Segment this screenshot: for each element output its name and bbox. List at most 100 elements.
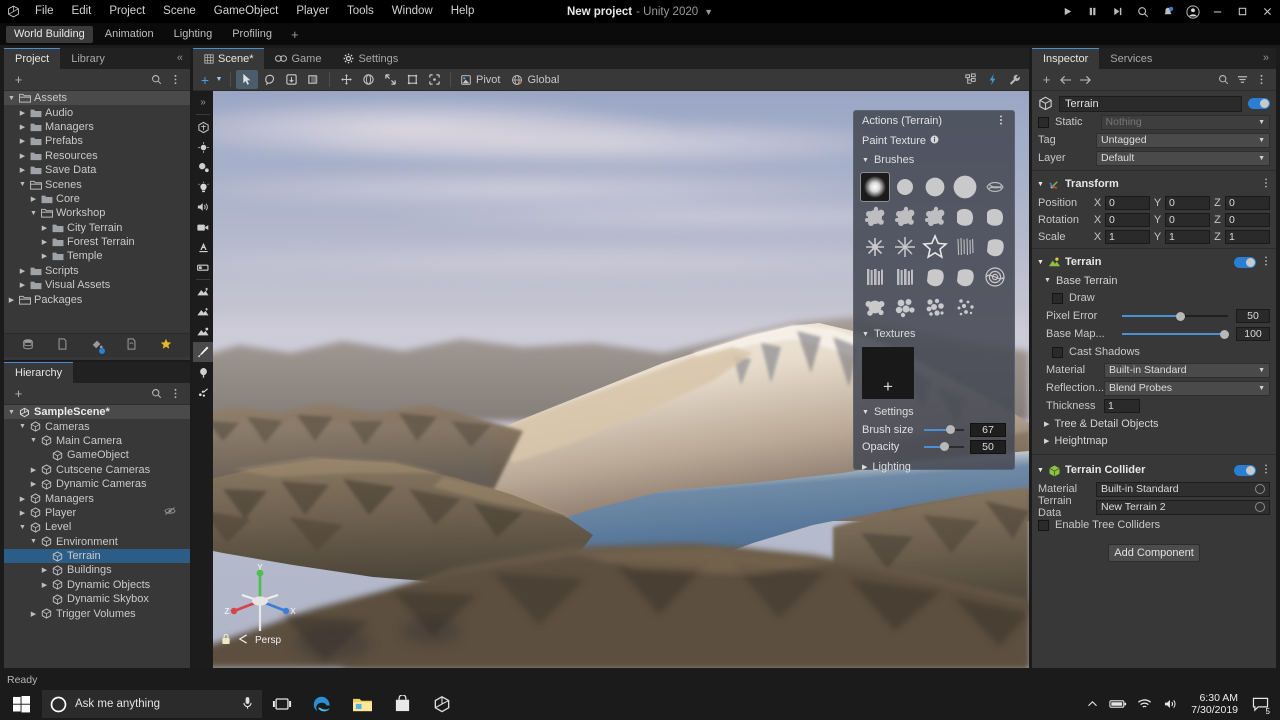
global-toggle-button[interactable]: Global <box>507 70 566 89</box>
position-x-field[interactable]: 0 <box>1105 196 1150 210</box>
menu-window[interactable]: Window <box>383 0 442 23</box>
brush-splat2[interactable] <box>891 203 919 231</box>
chevron-right-icon[interactable]: ▶ <box>39 224 50 232</box>
chevron-right-icon[interactable]: ▶ <box>17 152 28 160</box>
object-picker-icon[interactable] <box>1255 502 1265 512</box>
brush-star-small[interactable] <box>861 233 889 261</box>
light-probe-icon[interactable] <box>193 137 213 157</box>
tool-layers[interactable] <box>302 70 324 89</box>
project-item[interactable]: ▶Packages <box>4 292 190 306</box>
brush-blob2[interactable] <box>981 203 1009 231</box>
scene-visibility-icon[interactable] <box>959 70 981 89</box>
static-checkbox[interactable] <box>1038 117 1049 128</box>
collider-material-field[interactable]: Built-in Standard <box>1096 482 1270 497</box>
search-icon[interactable] <box>1130 0 1155 23</box>
terrain-smooth-icon[interactable] <box>193 302 213 322</box>
lock-icon[interactable] <box>221 633 231 648</box>
chevron-right-icon[interactable]: ▶ <box>28 480 39 488</box>
tool-move[interactable] <box>335 70 357 89</box>
terrain-collider-header[interactable]: ▼ Terrain Collider <box>1032 460 1276 480</box>
chevron-right-icon[interactable]: ▶ <box>39 566 50 574</box>
scale-y-field[interactable]: 1 <box>1165 230 1210 244</box>
project-item[interactable]: ▶Managers <box>4 120 190 134</box>
collapse-icon[interactable]: » <box>193 92 213 112</box>
hierarchy-item[interactable]: ▼Environment <box>4 535 190 549</box>
menu-tools[interactable]: Tools <box>338 0 383 23</box>
tab-scene[interactable]: Scene* <box>193 48 264 69</box>
project-item[interactable]: ▶Forest Terrain <box>4 235 190 249</box>
expand-panel-button[interactable]: » <box>1256 48 1276 69</box>
brush-bubbles2[interactable] <box>921 293 949 321</box>
filter-icon[interactable] <box>1233 71 1252 89</box>
object-enabled-toggle[interactable] <box>1248 98 1270 109</box>
tool-move-view[interactable] <box>280 70 302 89</box>
cast-shadows-checkbox[interactable] <box>1052 347 1063 358</box>
tool-hand[interactable] <box>258 70 280 89</box>
settings-foldout[interactable]: ▼ Settings <box>854 403 1014 421</box>
project-item[interactable]: ▼Scenes <box>4 177 190 191</box>
volume-icon[interactable] <box>1157 688 1183 720</box>
chevron-right-icon[interactable]: ▶ <box>39 581 50 589</box>
terrain-stamp-icon[interactable] <box>193 322 213 342</box>
brush-grid[interactable] <box>854 169 1014 323</box>
hierarchy-item[interactable]: ▼SampleScene* <box>4 405 190 419</box>
thickness-field[interactable]: 1 <box>1104 399 1140 413</box>
brush-blob5[interactable] <box>951 263 979 291</box>
tab-library[interactable]: Library <box>60 48 116 69</box>
add-layout-tab-button[interactable]: + <box>284 28 306 41</box>
project-item[interactable]: ▶Audio <box>4 105 190 119</box>
project-add-button[interactable]: + <box>9 71 28 89</box>
hierarchy-item[interactable]: ▶Terrain <box>4 549 190 563</box>
chevron-down-icon[interactable]: ▼ <box>17 423 28 430</box>
hierarchy-item[interactable]: ▶Cutscene Cameras <box>4 463 190 477</box>
cortana-search-box[interactable]: Ask me anything <box>42 690 262 718</box>
edge-browser-icon[interactable] <box>302 688 342 720</box>
position-z-field[interactable]: 0 <box>1225 196 1270 210</box>
audio-icon[interactable] <box>193 197 213 217</box>
task-view-icon[interactable] <box>262 688 302 720</box>
textures-foldout[interactable]: ▼ Textures <box>854 325 1014 343</box>
rotation-x-field[interactable]: 0 <box>1105 213 1150 227</box>
pixel-error-value[interactable]: 50 <box>1236 309 1270 323</box>
terrain-collider-enabled-toggle[interactable] <box>1234 465 1256 476</box>
account-icon[interactable] <box>1180 0 1205 23</box>
project-item[interactable]: ▶Prefabs <box>4 134 190 148</box>
orientation-icon[interactable] <box>193 117 213 137</box>
add-texture-button[interactable]: + <box>883 378 893 399</box>
layout-tab-lighting[interactable]: Lighting <box>166 26 221 43</box>
info-icon[interactable] <box>930 135 939 147</box>
brush-splat[interactable] <box>861 203 889 231</box>
hierarchy-item[interactable]: ▶Dynamic Cameras <box>4 477 190 491</box>
base-map-slider[interactable] <box>1122 328 1228 340</box>
text-icon[interactable] <box>193 237 213 257</box>
canvas-icon[interactable] <box>193 257 213 277</box>
inspector-search-icon[interactable] <box>1214 71 1233 89</box>
cloud-notification-icon[interactable] <box>1155 0 1180 23</box>
brush-circlebig[interactable] <box>951 173 979 201</box>
lighting-foldout[interactable]: ▶ Lighting <box>854 458 1014 476</box>
brushes-foldout[interactable]: ▼ Brushes <box>854 151 1014 169</box>
inspector-add-icon[interactable]: + <box>1037 71 1056 89</box>
chevron-right-icon[interactable]: ▶ <box>17 281 28 289</box>
chevron-right-icon[interactable]: ▶ <box>39 238 50 246</box>
inspector-options-icon[interactable] <box>1252 71 1271 89</box>
chevron-right-icon[interactable]: ▶ <box>17 267 28 275</box>
tag-dropdown[interactable]: Untagged ▼ <box>1096 133 1270 148</box>
kebab-menu-icon[interactable] <box>1261 256 1271 269</box>
file-icon[interactable] <box>126 338 137 353</box>
menu-player[interactable]: Player <box>287 0 338 23</box>
project-item[interactable]: ▶Core <box>4 192 190 206</box>
draw-checkbox[interactable] <box>1052 293 1063 304</box>
file-explorer-icon[interactable] <box>342 688 382 720</box>
chevron-down-icon[interactable]: ▼ <box>17 524 28 531</box>
project-search-icon[interactable] <box>147 71 166 89</box>
hierarchy-item[interactable]: ▶Trigger Volumes <box>4 606 190 620</box>
hierarchy-item[interactable]: ▼Cameras <box>4 419 190 433</box>
chevron-down-icon[interactable]: ▼ <box>28 437 39 444</box>
heightmap-foldout[interactable]: ▶ Heightmap <box>1032 432 1276 449</box>
taskbar-clock[interactable]: 6:30 AM 7/30/2019 <box>1183 688 1246 720</box>
chevron-down-icon[interactable]: ▼ <box>6 409 17 416</box>
paint-bucket-icon[interactable] <box>91 338 103 353</box>
tool-transform[interactable] <box>423 70 445 89</box>
rotation-y-field[interactable]: 0 <box>1165 213 1210 227</box>
